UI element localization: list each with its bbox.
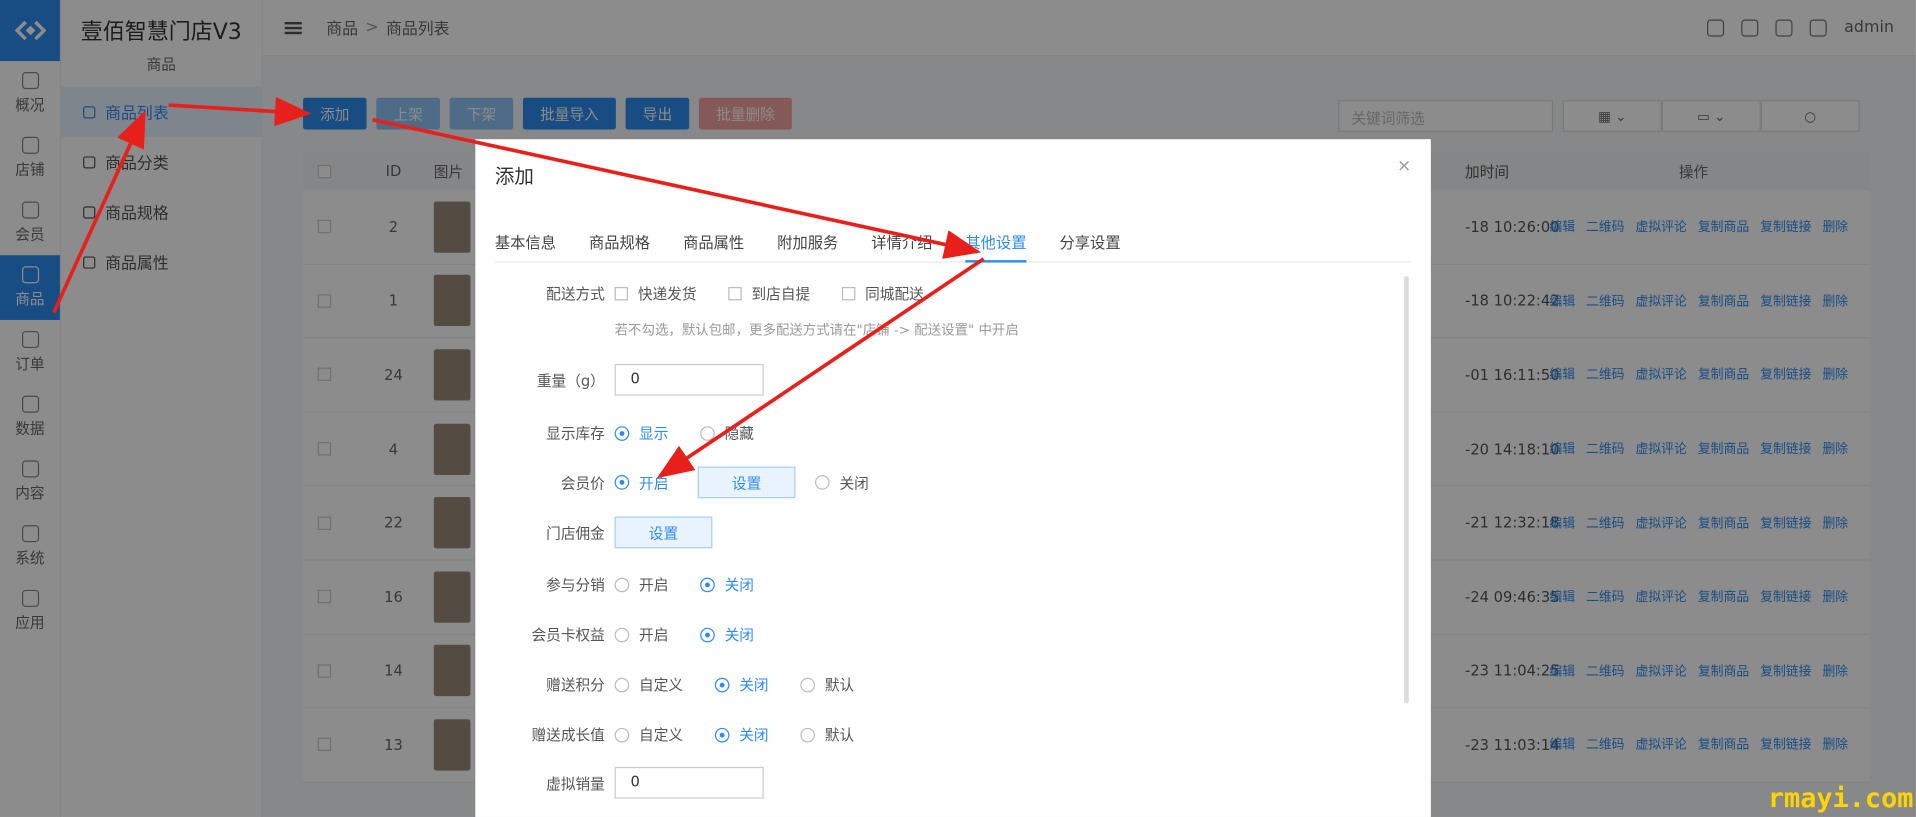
watermark: rmayi.com (1767, 784, 1914, 815)
app-window: 概况 店铺 会员 商品 订单 数据 内容 系统 应用 壹佰智慧门店V3 商品 商… (0, 0, 1916, 817)
arrow (372, 117, 982, 259)
arrow (656, 257, 985, 479)
annotation-arrows (52, 96, 985, 479)
arrow (168, 96, 312, 127)
arrow (52, 110, 146, 314)
